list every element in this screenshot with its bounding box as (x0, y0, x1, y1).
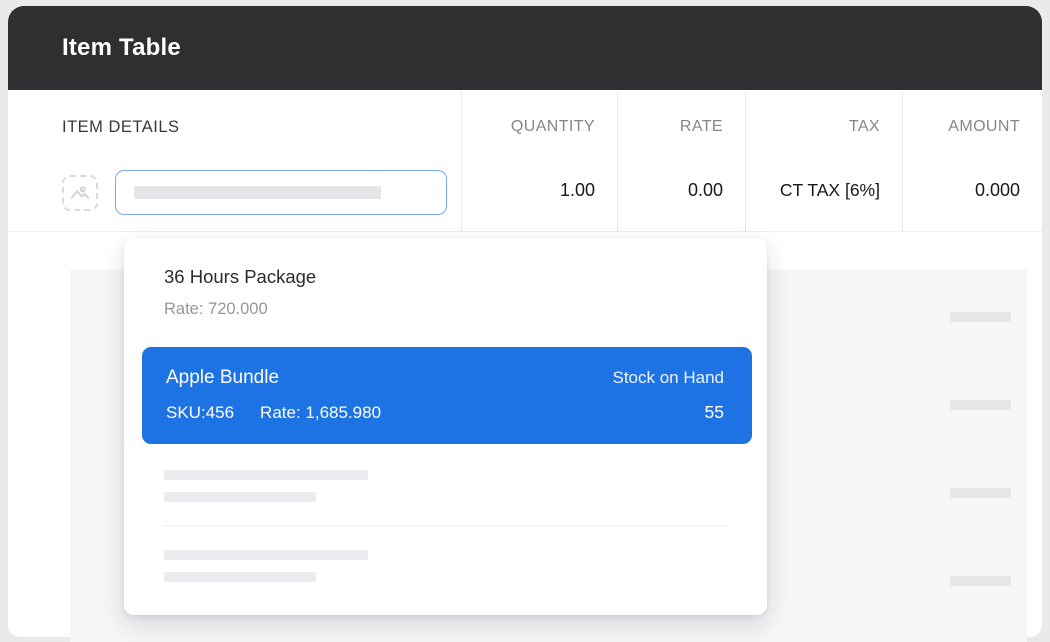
page-title: Item Table (62, 34, 181, 62)
rate-cell[interactable]: 0.00 (617, 180, 723, 201)
item-suggestions-dropdown: 36 Hours Package Rate: 720.000 Apple Bun… (124, 238, 767, 615)
amount-skeleton-bar (950, 400, 1011, 410)
column-header-quantity: QUANTITY (461, 118, 595, 136)
column-divider (902, 92, 903, 231)
option-rate: Rate: 720.000 (164, 300, 727, 319)
image-icon (69, 182, 91, 204)
column-header-item-details: ITEM DETAILS (62, 118, 180, 137)
column-header-rate: RATE (617, 118, 723, 136)
amount-cell: 0.000 (902, 180, 1020, 201)
column-header-tax: TAX (745, 118, 880, 136)
item-table-header-row: ITEM DETAILS QUANTITY RATE TAX AMOUNT 1.… (8, 90, 1042, 232)
amount-skeleton-bar (950, 576, 1011, 586)
option-rate: Rate: 1,685.980 (260, 403, 381, 423)
skeleton-bar (164, 572, 316, 582)
dropdown-option-apple-bundle-selected[interactable]: Apple Bundle Stock on Hand SKU:456 Rate:… (142, 347, 752, 444)
option-name: 36 Hours Package (164, 266, 727, 288)
tax-cell[interactable]: CT TAX [6%] (745, 180, 880, 201)
column-divider (617, 92, 618, 231)
column-divider (745, 92, 746, 231)
skeleton-bar (164, 550, 368, 560)
item-image-placeholder[interactable] (62, 175, 98, 211)
item-table-card: Item Table ITEM DETAILS QUANTITY RATE TA… (8, 6, 1042, 637)
column-divider (461, 92, 462, 231)
stock-on-hand-value: 55 (705, 402, 724, 423)
item-table-titlebar: Item Table (8, 6, 1042, 90)
dropdown-option-36-hours-package[interactable]: 36 Hours Package Rate: 720.000 (124, 250, 767, 319)
item-search-input-field[interactable] (116, 171, 446, 214)
amount-skeleton-bar (950, 488, 1011, 498)
skeleton-bar (164, 492, 316, 502)
option-name: Apple Bundle (166, 367, 279, 389)
stock-on-hand-label: Stock on Hand (612, 368, 724, 388)
amount-skeleton-bar (950, 312, 1011, 322)
column-header-amount: AMOUNT (902, 118, 1020, 136)
dropdown-divider (164, 525, 728, 526)
option-sku: SKU:456 (166, 403, 234, 423)
skeleton-bar (164, 470, 368, 480)
quantity-cell[interactable]: 1.00 (461, 180, 595, 201)
item-search-input[interactable] (115, 170, 447, 215)
